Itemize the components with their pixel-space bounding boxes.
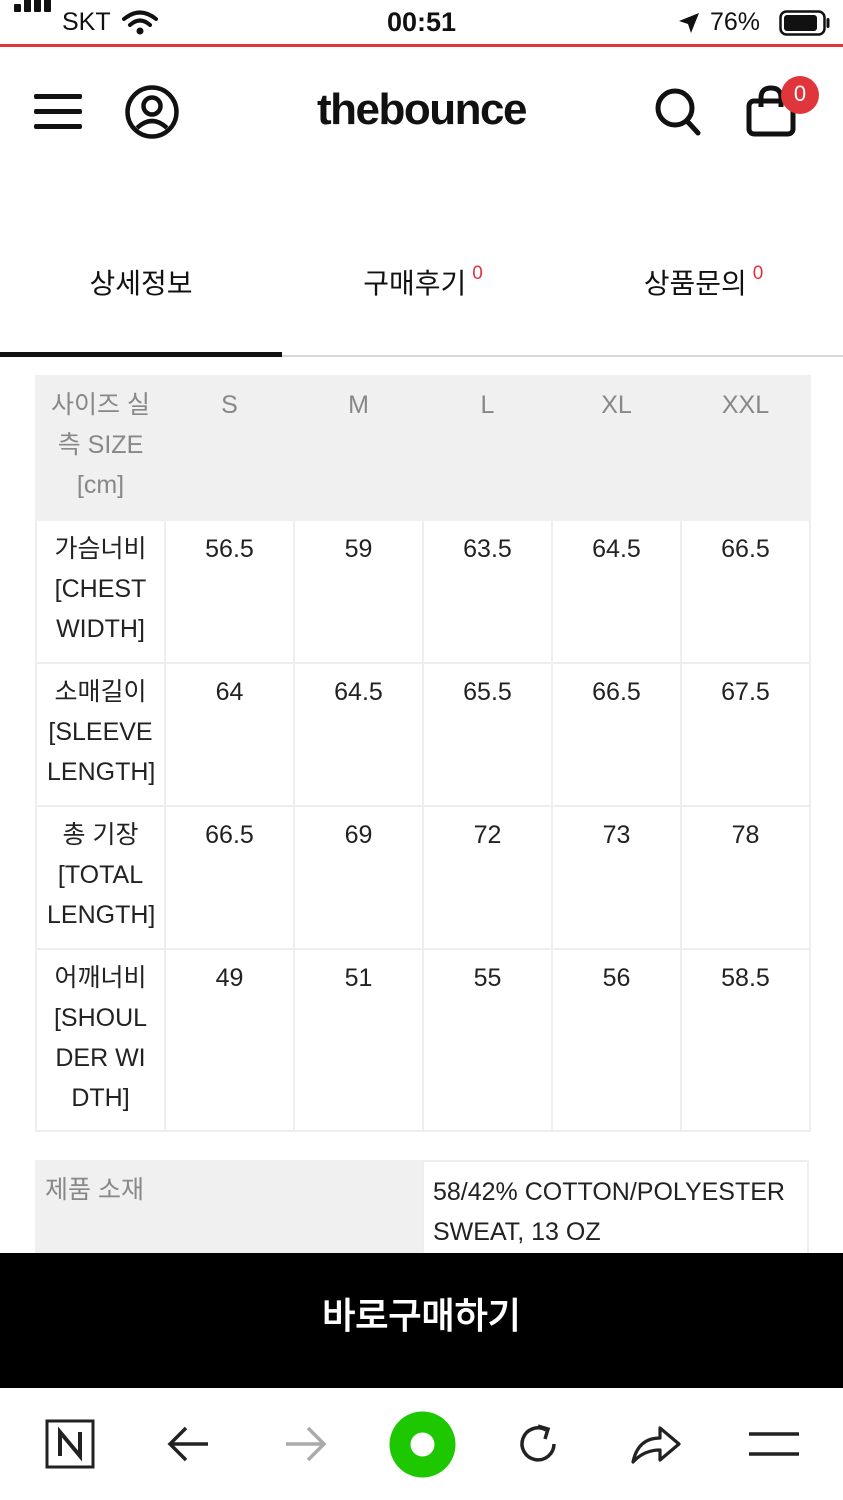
tab-qna[interactable]: 상품문의 0: [564, 262, 843, 322]
table-cell: 69: [293, 805, 424, 950]
table-cell: 49: [164, 948, 295, 1132]
home-circle-icon[interactable]: [389, 1411, 456, 1478]
table-cell: 64: [164, 662, 295, 807]
table-cell: 64.5: [551, 519, 682, 664]
tab-details[interactable]: 상세정보: [0, 262, 282, 322]
material-label: 제품 소재: [35, 1160, 422, 1260]
table-cell: 56.5: [164, 519, 295, 664]
tab-count: 0: [472, 263, 483, 284]
tab-label: 상품문의: [643, 267, 747, 300]
tab-count: 0: [752, 263, 764, 284]
table-cell: 64.5: [293, 662, 424, 807]
size-header-label: 사이즈 실측 SIZE [cm]: [35, 375, 166, 521]
table-cell: 58.5: [680, 948, 811, 1132]
table-cell: 66.5: [164, 805, 295, 950]
size-column-header: XXL: [680, 375, 811, 521]
table-row: 가슴너비 [CHEST WIDTH] 56.5 59 63.5 64.5 66.…: [35, 519, 811, 664]
row-label: 소매길이 [SLEEVE LENGTH]: [35, 662, 166, 807]
size-column-header: S: [164, 375, 295, 521]
table-cell: 73: [551, 805, 682, 950]
more-menu-icon[interactable]: [749, 1430, 799, 1458]
table-cell: 66.5: [551, 662, 682, 807]
battery-icon: [779, 10, 830, 36]
battery-percent: 76%: [710, 8, 761, 36]
material-value: 58/42% COTTON/POLYESTER SWEAT, 13 OZ: [422, 1160, 809, 1260]
tab-label: 구매후기: [363, 267, 467, 300]
size-table: 사이즈 실측 SIZE [cm] S M L XL XXL 가슴너비 [CHES…: [35, 375, 811, 1132]
table-cell: 67.5: [680, 662, 811, 807]
tab-reviews[interactable]: 구매후기 0: [282, 262, 564, 322]
row-label: 총 기장 [TOTAL LENGTH]: [35, 805, 166, 950]
table-row: 총 기장 [TOTAL LENGTH] 66.5 69 72 73 78: [35, 805, 811, 950]
forward-arrow-icon[interactable]: [284, 1422, 328, 1466]
cart-count-badge: 0: [781, 76, 819, 114]
row-label: 어깨너비 [SHOULDER WIDTH]: [35, 948, 166, 1132]
table-cell: 63.5: [422, 519, 553, 664]
table-cell: 55: [422, 948, 553, 1132]
table-cell: 65.5: [422, 662, 553, 807]
location-arrow-icon: [679, 13, 699, 33]
browser-toolbar: [0, 1388, 843, 1500]
table-header-row: 사이즈 실측 SIZE [cm] S M L XL XXL: [35, 375, 811, 521]
table-cell: 72: [422, 805, 553, 950]
product-tabs: 상세정보 구매후기 0 상품문의 0: [0, 240, 843, 358]
tab-label: 상세정보: [89, 267, 193, 300]
material-row: 제품 소재 58/42% COTTON/POLYESTER SWEAT, 13 …: [35, 1160, 809, 1260]
naver-icon[interactable]: [45, 1419, 95, 1469]
row-label: 가슴너비 [CHEST WIDTH]: [35, 519, 166, 664]
share-icon[interactable]: [630, 1422, 682, 1466]
table-cell: 59: [293, 519, 424, 664]
search-icon[interactable]: [654, 87, 702, 137]
buy-now-button[interactable]: 바로구매하기: [0, 1253, 843, 1388]
table-row: 어깨너비 [SHOULDER WIDTH] 49 51 55 56 58.5: [35, 948, 811, 1132]
status-bar: SKT 00:51 76%: [0, 0, 843, 47]
back-arrow-icon[interactable]: [166, 1422, 210, 1466]
table-cell: 51: [293, 948, 424, 1132]
tab-active-indicator: [0, 352, 282, 357]
size-column-header: L: [422, 375, 553, 521]
table-row: 소매길이 [SLEEVE LENGTH] 64 64.5 65.5 66.5 6…: [35, 662, 811, 807]
site-header: thebounce 0: [0, 47, 843, 177]
size-column-header: M: [293, 375, 424, 521]
table-cell: 78: [680, 805, 811, 950]
table-cell: 66.5: [680, 519, 811, 664]
table-cell: 56: [551, 948, 682, 1132]
size-column-header: XL: [551, 375, 682, 521]
site-logo[interactable]: thebounce: [0, 85, 843, 135]
refresh-icon[interactable]: [514, 1420, 562, 1468]
